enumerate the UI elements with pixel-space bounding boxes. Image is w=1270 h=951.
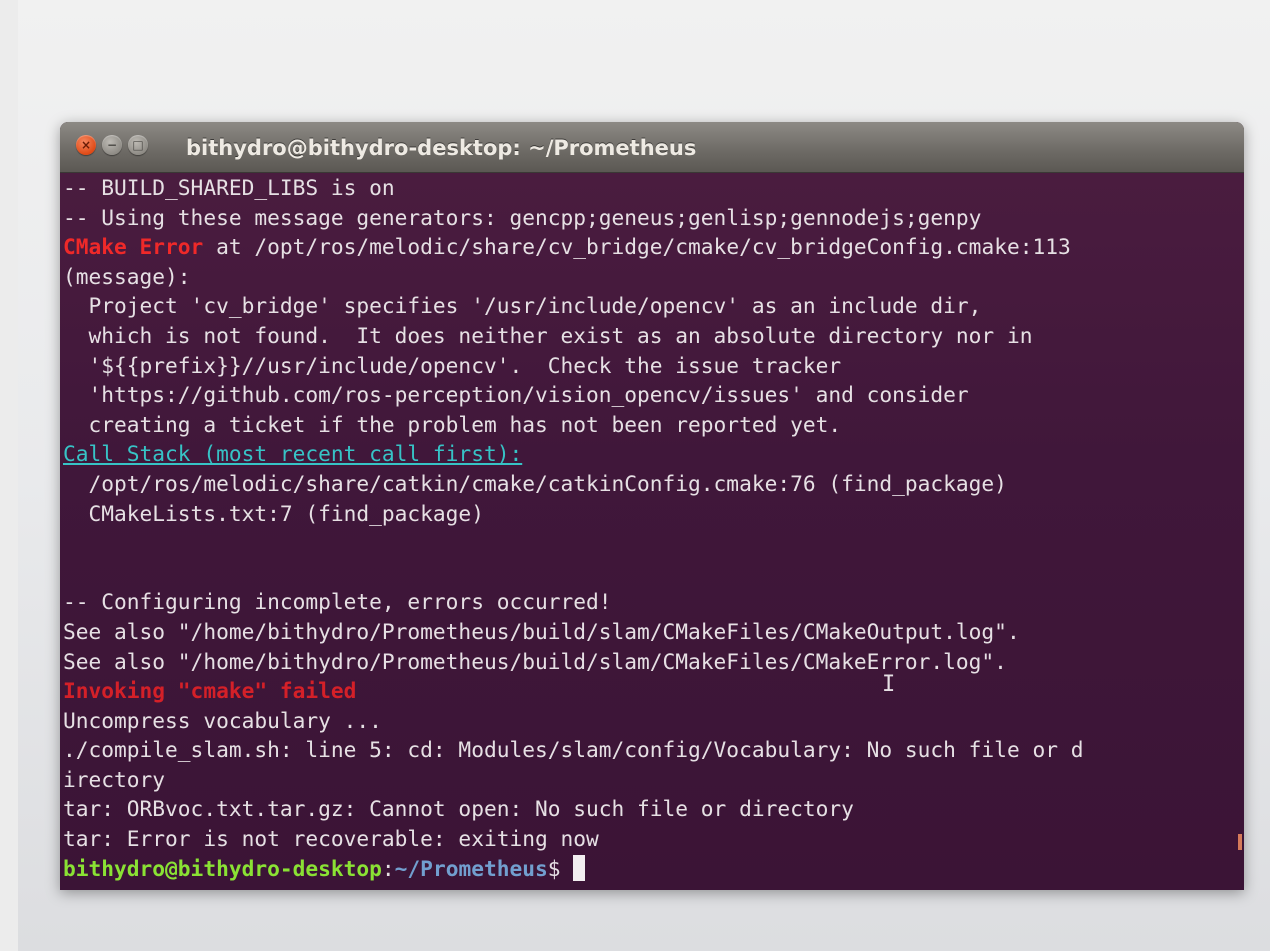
terminal-line: ./compile_slam.sh: line 5: cd: Modules/s…	[63, 735, 1244, 765]
maximize-button[interactable]: □	[128, 135, 148, 155]
call-stack-link[interactable]: Call Stack (most recent call first):	[63, 441, 522, 466]
terminal-text: irectory	[63, 766, 166, 792]
terminal-text: -- Configuring incomplete, errors occurr…	[63, 589, 612, 615]
terminal-window[interactable]: × − □ bithydro@bithydro-desktop: ~/Prome…	[60, 122, 1244, 890]
terminal-line: See also "/home/bithydro/Prometheus/buil…	[63, 617, 1244, 647]
desktop-background-edge	[0, 0, 18, 951]
terminal-text: -- BUILD_SHARED_LIBS is on	[63, 175, 395, 200]
text-cursor-ibeam-icon: I	[882, 672, 896, 697]
terminal-line: See also "/home/bithydro/Prometheus/buil…	[63, 647, 1244, 677]
terminal-text: /opt/ros/melodic/share/catkin/cmake/catk…	[63, 470, 1007, 496]
terminal-line: /opt/ros/melodic/share/catkin/cmake/catk…	[63, 469, 1244, 499]
terminal-text: 'https://github.com/ros-perception/visio…	[63, 382, 969, 408]
terminal-line: Call Stack (most recent call first):	[63, 439, 1244, 469]
prompt-line[interactable]: bithydro@bithydro-desktop:~/Prometheus$	[63, 854, 1244, 884]
prompt-path: ~/Prometheus	[394, 855, 548, 881]
close-button[interactable]: ×	[76, 135, 96, 155]
terminal-line: tar: Error is not recoverable: exiting n…	[63, 824, 1244, 854]
terminal-line: Uncompress vocabulary ...	[63, 706, 1244, 736]
prompt-separator: :	[381, 855, 395, 881]
terminal-text: -- Using these message generators: gencp…	[63, 204, 982, 230]
terminal-text: at /opt/ros/melodic/share/cv_bridge/cmak…	[203, 234, 1071, 260]
terminal-text: CMakeLists.txt:7 (find_package)	[63, 500, 484, 526]
terminal-line: -- Configuring incomplete, errors occurr…	[63, 587, 1244, 617]
terminal-output[interactable]: -- BUILD_SHARED_LIBS is on -- Using these…	[60, 173, 1244, 890]
terminal-line: CMake Error at /opt/ros/melodic/share/cv…	[63, 232, 1244, 262]
terminal-text: See also "/home/bithydro/Prometheus/buil…	[63, 618, 1020, 644]
terminal-text: which is not found. It does neither exis…	[63, 322, 1033, 348]
close-icon: ×	[80, 138, 92, 152]
terminal-text: creating a ticket if the problem has not…	[63, 411, 842, 437]
terminal-line: tar: ORBvoc.txt.tar.gz: Cannot open: No …	[63, 794, 1244, 824]
terminal-cursor[interactable]	[573, 854, 586, 881]
title-bar[interactable]: × − □ bithydro@bithydro-desktop: ~/Prome…	[60, 122, 1244, 173]
terminal-text: tar: Error is not recoverable: exiting n…	[63, 826, 599, 852]
terminal-line: CMakeLists.txt:7 (find_package)	[63, 499, 1244, 529]
minimize-button[interactable]: −	[102, 135, 122, 155]
window-title: bithydro@bithydro-desktop: ~/Prometheus	[186, 136, 697, 160]
terminal-line: 'https://github.com/ros-perception/visio…	[63, 380, 1244, 410]
terminal-text: Uncompress vocabulary ...	[63, 707, 382, 733]
minimize-icon: −	[106, 138, 118, 152]
terminal-line: irectory	[63, 765, 1244, 795]
terminal-text: (message):	[63, 263, 191, 289]
terminal-line: '${{prefix}}//usr/include/opencv'. Check…	[63, 351, 1244, 381]
maximize-icon: □	[132, 138, 144, 152]
terminal-text: tar: ORBvoc.txt.tar.gz: Cannot open: No …	[63, 796, 854, 822]
failure-message: Invoking "cmake" failed	[63, 678, 357, 704]
terminal-text: '${{prefix}}//usr/include/opencv'. Check…	[63, 352, 842, 378]
terminal-line: which is not found. It does neither exis…	[63, 321, 1244, 351]
terminal-line: creating a ticket if the problem has not…	[63, 410, 1244, 440]
terminal-text: ./compile_slam.sh: line 5: cd: Modules/s…	[63, 737, 1084, 763]
prompt-symbol: $	[547, 855, 574, 881]
terminal-line: (message):	[63, 262, 1244, 292]
terminal-line: -- Using these message generators: gencp…	[63, 203, 1244, 233]
terminal-line: Invoking "cmake" failed	[63, 676, 1244, 706]
scrollbar-indicator[interactable]	[1238, 834, 1242, 850]
terminal-line: -- BUILD_SHARED_LIBS is on	[63, 173, 1244, 203]
terminal-text: See also "/home/bithydro/Prometheus/buil…	[63, 648, 1007, 674]
terminal-line: Project 'cv_bridge' specifies '/usr/incl…	[63, 291, 1244, 321]
error-label: CMake Error	[63, 234, 204, 260]
prompt-user-host: bithydro@bithydro-desktop	[63, 855, 382, 881]
terminal-text: Project 'cv_bridge' specifies '/usr/incl…	[63, 293, 982, 319]
